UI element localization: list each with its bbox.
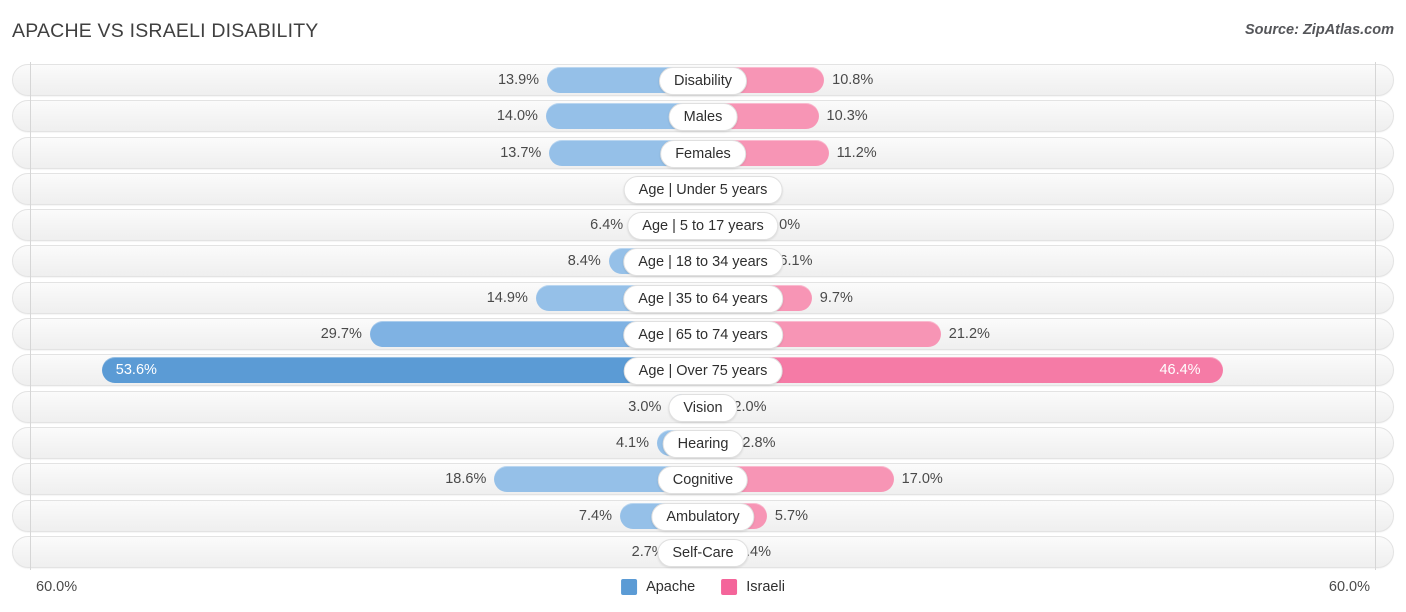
category-label: Females bbox=[660, 139, 746, 168]
page-title: APACHE VS ISRAELI DISABILITY bbox=[12, 20, 319, 42]
value-label-apache: 8.4% bbox=[567, 253, 601, 270]
row-bars: 4.1% 2.8% Hearing bbox=[0, 427, 1406, 459]
value-label-apache: 3.0% bbox=[628, 398, 662, 415]
value-label-apache: 2.0% bbox=[0, 173, 673, 205]
bar-apache bbox=[101, 357, 703, 384]
value-label-israeli: 21.2% bbox=[948, 326, 990, 343]
chart-legend: Apache Israeli bbox=[621, 579, 785, 595]
category-label: Males bbox=[668, 103, 738, 132]
value-label-apache: 13.9% bbox=[497, 72, 540, 88]
value-label-israeli: 11.2% bbox=[836, 144, 877, 161]
value-label-israeli: 46.4% bbox=[1159, 362, 1201, 379]
value-label-israeli: 2.8% bbox=[742, 434, 776, 451]
row-bars: 14.0% 10.3% Males bbox=[0, 100, 1406, 132]
value-label-israeli: 10.8% bbox=[832, 72, 874, 88]
chart-row: 29.7% 21.2% Age | 65 to 74 years bbox=[0, 316, 1406, 352]
category-label: Age | 18 to 34 years bbox=[623, 248, 783, 277]
row-bars: 8.4% 6.1% Age | 18 to 34 years bbox=[0, 245, 1406, 277]
chart-row: 2.0%1.1%Age | Under 5 years bbox=[0, 171, 1406, 207]
row-bars: 3.0% 2.0% Vision bbox=[0, 391, 1406, 423]
row-bars: 14.9% 9.7% Age | 35 to 64 years bbox=[0, 282, 1406, 314]
axis-line-left bbox=[30, 62, 31, 570]
axis-line-right bbox=[1375, 62, 1376, 570]
category-label: Age | Over 75 years bbox=[623, 357, 783, 386]
chart-row: 3.0% 2.0% Vision bbox=[0, 389, 1406, 425]
category-label: Cognitive bbox=[657, 466, 749, 495]
chart-row: 14.0% 10.3% Males bbox=[0, 98, 1406, 134]
axis-label-left: 60.0% bbox=[36, 579, 78, 595]
category-label: Self-Care bbox=[657, 538, 749, 567]
category-label: Vision bbox=[668, 393, 738, 422]
source-attribution: Source: ZipAtlas.com bbox=[1244, 22, 1394, 38]
chart-row: 4.1% 2.8% Hearing bbox=[0, 425, 1406, 461]
value-label-apache: 6.4% bbox=[590, 217, 624, 234]
value-label-apache: 13.7% bbox=[500, 144, 542, 161]
row-bars: 7.4% 5.7% Ambulatory bbox=[0, 500, 1406, 532]
chart-root: APACHE VS ISRAELI DISABILITY Source: Zip… bbox=[0, 0, 1406, 612]
category-label: Ambulatory bbox=[651, 502, 755, 531]
value-label-apache: 4.1% bbox=[615, 434, 649, 451]
value-label-apache: 53.6% bbox=[115, 362, 157, 379]
category-label: Age | Under 5 years bbox=[623, 175, 783, 204]
row-bars: 29.7% 21.2% Age | 65 to 74 years bbox=[0, 318, 1406, 350]
row-bars: 18.6% 17.0% Cognitive bbox=[0, 463, 1406, 495]
legend-swatch-icon bbox=[721, 579, 738, 595]
category-label: Hearing bbox=[662, 429, 744, 458]
chart-row: 18.6% 17.0% Cognitive bbox=[0, 461, 1406, 497]
legend-item[interactable]: Israeli bbox=[721, 579, 785, 595]
row-bars: 13.7% 11.2% Females bbox=[0, 137, 1406, 169]
value-label-apache: 14.9% bbox=[486, 289, 528, 306]
category-label: Age | 5 to 17 years bbox=[627, 212, 779, 241]
value-label-apache: 18.6% bbox=[445, 471, 487, 488]
category-label: Disability bbox=[658, 67, 748, 95]
row-bars: 13.9% 10.8% Disability bbox=[0, 64, 1406, 96]
value-label-israeli: 9.7% bbox=[819, 289, 853, 306]
chart-row: 8.4% 6.1% Age | 18 to 34 years bbox=[0, 243, 1406, 279]
chart-row: 13.9% 10.8% Disability bbox=[0, 62, 1406, 98]
axis-label-right: 60.0% bbox=[1328, 579, 1370, 595]
legend-label: Israeli bbox=[746, 579, 785, 595]
chart-row: 6.4% 5.0% Age | 5 to 17 years bbox=[0, 207, 1406, 243]
value-label-israeli: 5.7% bbox=[774, 507, 808, 524]
chart-footer: 60.0% 60.0% Apache Israeli bbox=[0, 570, 1406, 612]
value-label-israeli: 2.0% bbox=[733, 398, 767, 415]
bar-rows: 13.9% 10.8% Disability 14.0% 10.3% Males 13.7%… bbox=[0, 62, 1406, 570]
plot-area: 13.9% 10.8% Disability 14.0% 10.3% Males 13.7%… bbox=[0, 62, 1406, 570]
chart-row: 13.7% 11.2% Females bbox=[0, 135, 1406, 171]
value-label-israeli: 6.1% bbox=[779, 253, 813, 270]
value-label-apache: 7.4% bbox=[578, 507, 612, 524]
chart-row: 7.4% 5.7% Ambulatory bbox=[0, 498, 1406, 534]
chart-row: 53.6% 46.4% Age | Over 75 years bbox=[0, 352, 1406, 388]
legend-item[interactable]: Apache bbox=[621, 579, 695, 595]
chart-header: APACHE VS ISRAELI DISABILITY Source: Zip… bbox=[0, 0, 1406, 60]
value-label-israeli: 17.0% bbox=[901, 471, 943, 488]
legend-label: Apache bbox=[646, 579, 696, 595]
value-label-apache: 29.7% bbox=[320, 326, 362, 343]
row-bars: 53.6% 46.4% Age | Over 75 years bbox=[0, 354, 1406, 386]
value-label-apache: 2.7% bbox=[631, 543, 665, 560]
category-label: Age | 65 to 74 years bbox=[623, 321, 783, 350]
category-label: Age | 35 to 64 years bbox=[623, 284, 783, 313]
value-label-israeli: 10.3% bbox=[826, 108, 868, 125]
chart-row: 14.9% 9.7% Age | 35 to 64 years bbox=[0, 280, 1406, 316]
row-bars: 2.7% 2.4% Self-Care bbox=[0, 536, 1406, 568]
row-bars: 6.4% 5.0% Age | 5 to 17 years bbox=[0, 209, 1406, 241]
value-label-apache: 14.0% bbox=[496, 108, 538, 125]
chart-row: 2.7% 2.4% Self-Care bbox=[0, 534, 1406, 570]
row-bars: 2.0%1.1%Age | Under 5 years bbox=[0, 173, 1406, 205]
legend-swatch-icon bbox=[621, 579, 638, 595]
